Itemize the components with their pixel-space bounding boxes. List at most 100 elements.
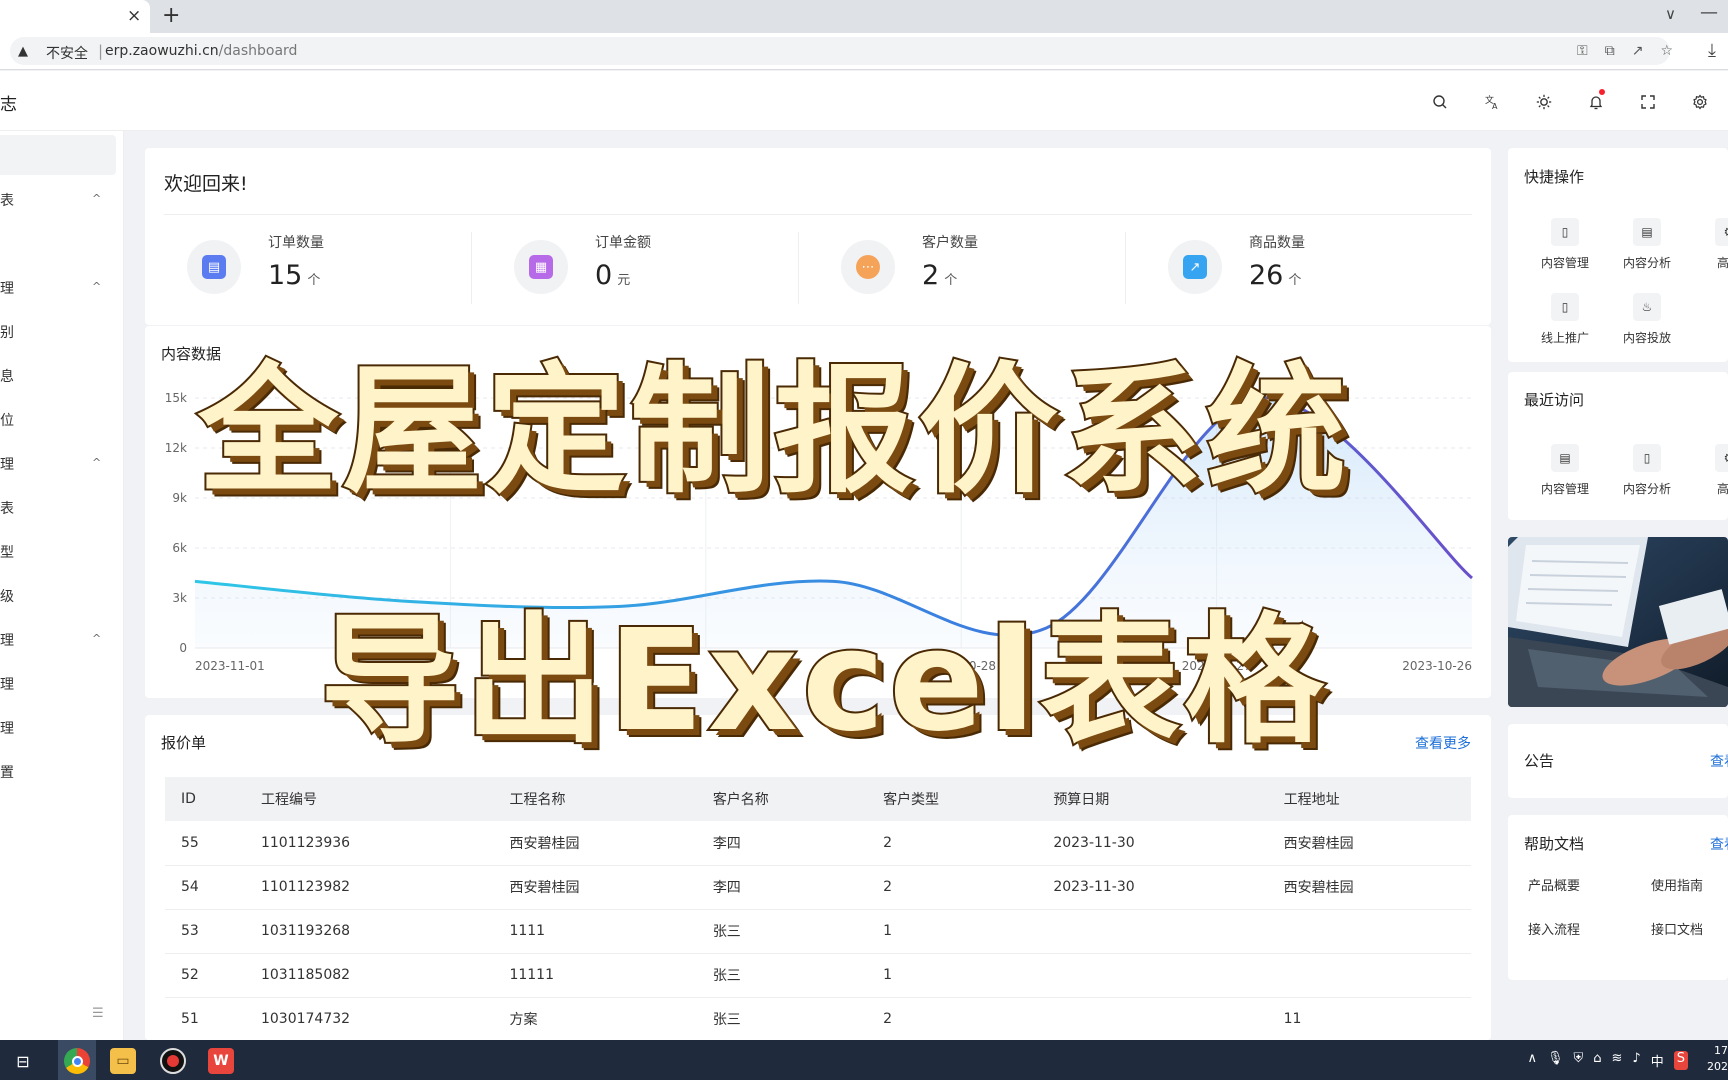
column-header[interactable]: 预算日期 xyxy=(1037,777,1268,821)
sidebar-item[interactable]: 置 xyxy=(0,762,14,782)
file-explorer-icon[interactable]: ▭ xyxy=(110,1048,136,1074)
table-row[interactable]: 51 1030174732 方案 张三 2 11 xyxy=(165,997,1471,1042)
chevron-up-icon[interactable]: ^ xyxy=(92,192,101,205)
header-title: 志 xyxy=(0,95,17,115)
customer-icon: ⋯ xyxy=(856,255,880,279)
sidebar-item[interactable]: 理 xyxy=(0,630,14,650)
clock[interactable]: 17 202 xyxy=(1707,1043,1728,1075)
tab-close-icon[interactable]: × xyxy=(127,6,141,26)
theme-icon[interactable] xyxy=(1526,87,1562,117)
quick-action-advanced[interactable]: ⚙ 高级 xyxy=(1694,218,1728,271)
chrome-icon[interactable] xyxy=(64,1048,90,1074)
recent-item[interactable]: ▤ 内容管理 xyxy=(1530,444,1600,497)
notice-view-link[interactable]: 查看 xyxy=(1710,751,1728,771)
table-row[interactable]: 54 1101123982 西安碧桂园 李四 2 2023-11-30 西安碧桂… xyxy=(165,865,1471,910)
help-view-link[interactable]: 查看 xyxy=(1710,834,1728,854)
table-cell: 2 xyxy=(867,865,1038,910)
sidebar-item[interactable]: 理 xyxy=(0,718,14,738)
sidebar-item[interactable]: 型 xyxy=(0,542,14,562)
help-link[interactable]: 产品概要 xyxy=(1528,875,1580,894)
recent-visits-card: 最近访问 ▤ 内容管理 ▯ 内容分析 ⚙ 高级 xyxy=(1508,372,1728,520)
chevron-up-icon[interactable]: ∧ xyxy=(1527,1051,1537,1070)
view-more-link[interactable]: 查看更多 xyxy=(1415,733,1471,753)
table-row[interactable]: 52 1031185082 11111 张三 1 xyxy=(165,953,1471,998)
table-row[interactable]: 55 1101123936 西安碧桂园 李四 2 2023-11-30 西安碧桂… xyxy=(165,821,1471,866)
quick-action-content-analysis[interactable]: ▤ 内容分析 xyxy=(1612,218,1682,271)
translate-icon[interactable]: ⧉ xyxy=(1605,43,1615,59)
star-icon[interactable]: ☆ xyxy=(1660,43,1673,59)
column-header[interactable]: 客户名称 xyxy=(696,777,868,821)
chevron-up-icon[interactable]: ^ xyxy=(92,456,101,469)
search-icon[interactable] xyxy=(1422,87,1458,117)
stat-label: 客户数量 xyxy=(922,235,978,251)
stat-value: 2个 xyxy=(922,260,957,291)
menu-collapse-icon[interactable]: ☰ xyxy=(92,1006,104,1021)
sidebar-item[interactable]: 级 xyxy=(0,586,14,606)
ime-icon[interactable]: 中 xyxy=(1651,1051,1664,1070)
quick-action-content-manage[interactable]: ▯ 内容管理 xyxy=(1530,218,1600,271)
security-icon[interactable]: ⛨ xyxy=(1573,1051,1583,1070)
column-header[interactable]: 客户类型 xyxy=(867,777,1038,821)
list-icon: ▤ xyxy=(1633,218,1661,246)
y-tick-label: 15k xyxy=(165,391,187,405)
column-header[interactable]: 工程名称 xyxy=(493,777,697,821)
recent-item[interactable]: ⚙ 高级 xyxy=(1694,444,1728,497)
warning-icon[interactable]: ▲ xyxy=(18,44,28,59)
sidebar-item[interactable]: 理 xyxy=(0,454,14,474)
chevron-up-icon[interactable]: ^ xyxy=(92,280,101,293)
bell-icon[interactable] xyxy=(1578,87,1614,117)
volume-icon[interactable]: ♪ xyxy=(1632,1051,1640,1070)
fullscreen-icon[interactable] xyxy=(1630,87,1666,117)
sidebar-item[interactable]: 表 xyxy=(0,498,14,518)
table-row[interactable]: 53 1031193268 1111 张三 1 xyxy=(165,909,1471,954)
sidebar-item[interactable]: 理 xyxy=(0,674,14,694)
doc-icon: ▯ xyxy=(1551,218,1579,246)
column-header[interactable]: 工程编号 xyxy=(244,777,494,821)
task-view-icon[interactable]: ⊟ xyxy=(10,1048,36,1074)
quick-action-online-promotion[interactable]: ▯ 线上推广 xyxy=(1530,293,1600,346)
table-cell: 52 xyxy=(165,953,245,998)
chevron-up-icon[interactable]: ^ xyxy=(92,632,101,645)
quick-action-content-delivery[interactable]: ♨ 内容投放 xyxy=(1612,293,1682,346)
sidebar-item[interactable]: 表 xyxy=(0,190,14,210)
column-header[interactable]: ID xyxy=(165,777,245,821)
sidebar: 表 ^ 理 ^ 别 息 位 理 ^ 表 型 级 理 ^ 理 理 置 ☰ xyxy=(0,131,124,1040)
network-icon[interactable]: ⌂ xyxy=(1593,1051,1601,1070)
sidebar-item[interactable]: 息 xyxy=(0,366,14,386)
welcome-title: 欢迎回来! xyxy=(164,173,248,195)
sidebar-item[interactable]: 理 xyxy=(0,278,14,298)
recorder-icon[interactable] xyxy=(160,1048,186,1074)
key-icon[interactable]: ⚿ xyxy=(1577,43,1588,59)
microphone-icon[interactable]: 🎙 xyxy=(1547,1051,1564,1070)
wps-icon[interactable]: W xyxy=(208,1048,234,1074)
table-cell: 张三 xyxy=(696,909,868,954)
svg-text:A: A xyxy=(1492,102,1498,110)
new-tab-button[interactable]: + xyxy=(162,3,180,28)
table-cell: 张三 xyxy=(696,953,868,998)
share-icon[interactable]: ↗ xyxy=(1632,43,1644,59)
sidebar-item[interactable]: 位 xyxy=(0,410,14,430)
tab-list-icon[interactable]: ∨ xyxy=(1665,5,1676,23)
recent-item-label: 内容管理 xyxy=(1540,482,1589,496)
translate-icon[interactable]: 文A xyxy=(1474,87,1510,117)
column-header[interactable]: 工程地址 xyxy=(1267,777,1471,821)
quick-action-label: 高级 xyxy=(1716,256,1728,270)
help-link[interactable]: 使用指南 xyxy=(1651,875,1703,894)
url-text[interactable]: erp.zaowuzhi.cn/dashboard xyxy=(105,43,297,59)
help-link[interactable]: 接口文档 xyxy=(1651,919,1703,938)
sidebar-item[interactable]: 别 xyxy=(0,322,14,342)
table-cell: 2 xyxy=(867,821,1038,866)
sidebar-item-active[interactable] xyxy=(0,135,116,175)
minimize-icon[interactable]: — xyxy=(1700,2,1718,23)
stat-unit: 个 xyxy=(1288,273,1302,288)
browser-tab[interactable]: × xyxy=(0,0,150,33)
table-cell: 李四 xyxy=(696,821,868,866)
settings-icon[interactable] xyxy=(1682,87,1718,117)
sogou-icon[interactable]: S xyxy=(1673,1051,1688,1070)
recent-item[interactable]: ▯ 内容分析 xyxy=(1612,444,1682,497)
download-icon[interactable]: ⤓ xyxy=(1708,40,1716,61)
wifi-icon[interactable]: ≋ xyxy=(1612,1051,1623,1070)
url-separator: | xyxy=(98,42,104,60)
help-link[interactable]: 接入流程 xyxy=(1528,919,1580,938)
table-cell: 11111 xyxy=(493,953,697,998)
